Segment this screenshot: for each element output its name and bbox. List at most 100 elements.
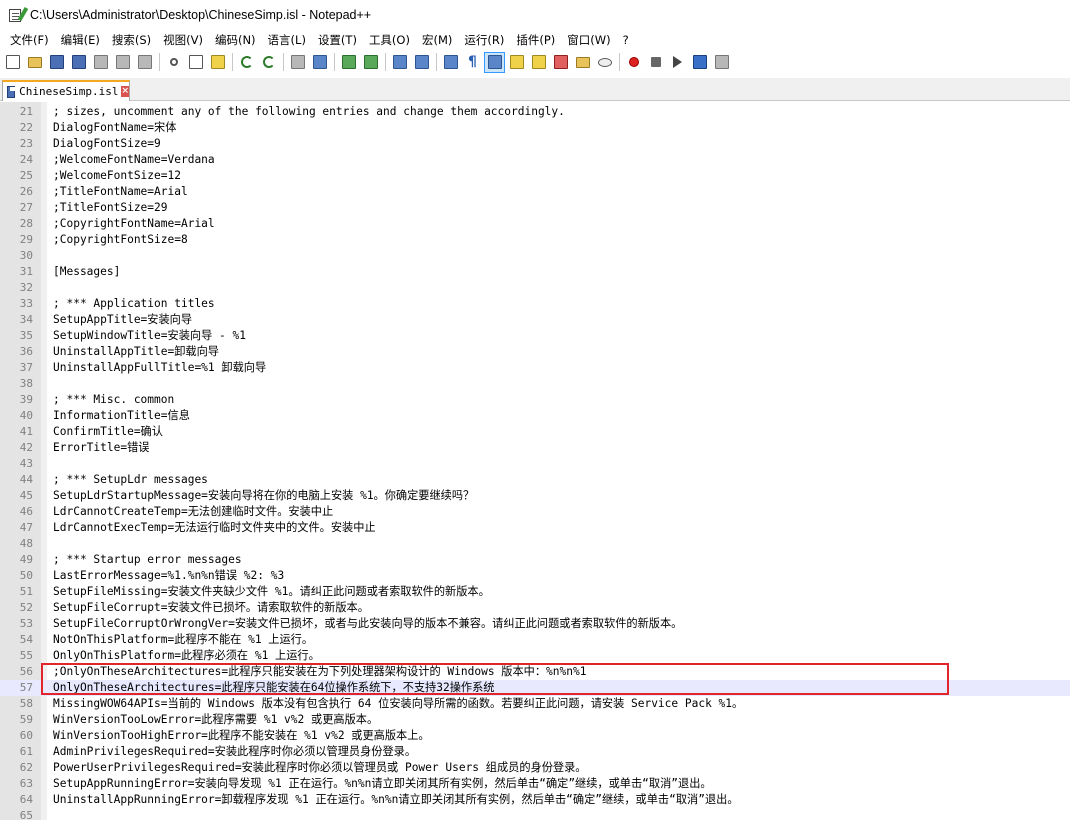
editor-line[interactable]: 44 ; *** SetupLdr messages bbox=[0, 472, 1070, 488]
menu-item-5[interactable]: 语言(L) bbox=[262, 30, 312, 50]
play-macro-icon bbox=[673, 56, 682, 68]
record-macro-button[interactable] bbox=[624, 53, 643, 72]
cut-button[interactable] bbox=[164, 53, 183, 72]
save-macro-button[interactable] bbox=[712, 53, 731, 72]
text-editor[interactable]: 21 ; sizes, uncomment any of the followin… bbox=[0, 102, 1070, 820]
editor-line[interactable]: 65 bbox=[0, 808, 1070, 820]
editor-line[interactable]: 59 WinVersionTooLowError=此程序需要 %1 v%2 或更高… bbox=[0, 712, 1070, 728]
paste-button[interactable] bbox=[208, 53, 227, 72]
window-title: C:\Users\Administrator\Desktop\ChineseSi… bbox=[30, 8, 372, 22]
editor-line[interactable]: 49 ; *** Startup error messages bbox=[0, 552, 1070, 568]
menu-item-2[interactable]: 搜索(S) bbox=[106, 30, 157, 50]
document-map-button[interactable] bbox=[529, 53, 548, 72]
editor-line[interactable]: 39 ; *** Misc. common bbox=[0, 392, 1070, 408]
find-button[interactable] bbox=[288, 53, 307, 72]
save-button[interactable] bbox=[47, 53, 66, 72]
new-file-button[interactable] bbox=[3, 53, 22, 72]
line-text: ;WelcomeFontName=Verdana bbox=[53, 153, 215, 166]
print-icon bbox=[137, 55, 152, 69]
indent-guide-button[interactable] bbox=[484, 51, 505, 73]
menu-item-11[interactable]: 窗口(W) bbox=[561, 30, 616, 50]
editor-line[interactable]: 47 LdrCannotExecTemp=无法运行临时文件夹中的文件。安装中止 bbox=[0, 520, 1070, 536]
editor-line[interactable]: 60 WinVersionTooHighError=此程序不能安装在 %1 v%2… bbox=[0, 728, 1070, 744]
editor-line[interactable]: 62 PowerUserPrivilegesRequired=安装此程序时你必须以… bbox=[0, 760, 1070, 776]
editor-line[interactable]: 64 UninstallAppRunningError=卸载程序发现 %1 正在运… bbox=[0, 792, 1070, 808]
editor-line[interactable]: 46 LdrCannotCreateTemp=无法创建临时文件。安装中止 bbox=[0, 504, 1070, 520]
editor-line[interactable]: 31 [Messages] bbox=[0, 264, 1070, 280]
editor-line[interactable]: 40 InformationTitle=信息 bbox=[0, 408, 1070, 424]
editor-line[interactable]: 22 DialogFontName=宋体 bbox=[0, 120, 1070, 136]
editor-line[interactable]: 38 bbox=[0, 376, 1070, 392]
play-macro-button[interactable] bbox=[668, 53, 687, 72]
editor-line[interactable]: 41 ConfirmTitle=确认 bbox=[0, 424, 1070, 440]
line-number: 47 bbox=[19, 521, 33, 534]
editor-line[interactable]: 56 ;OnlyOnTheseArchitectures=此程序只能安装在为下列处… bbox=[0, 664, 1070, 680]
print-button[interactable] bbox=[135, 53, 154, 72]
copy-button[interactable] bbox=[186, 53, 205, 72]
menu-item-12[interactable]: ? bbox=[617, 30, 635, 50]
editor-line[interactable]: 29 ;CopyrightFontSize=8 bbox=[0, 232, 1070, 248]
sync-vertical-button[interactable] bbox=[390, 53, 409, 72]
menu-item-1[interactable]: 编辑(E) bbox=[55, 30, 106, 50]
editor-line[interactable]: 54 NotOnThisPlatform=此程序不能在 %1 上运行。 bbox=[0, 632, 1070, 648]
editor-line[interactable]: 51 SetupFileMissing=安装文件夹缺少文件 %1。请纠正此问题或者… bbox=[0, 584, 1070, 600]
editor-line[interactable]: 52 SetupFileCorrupt=安装文件已损坏。请索取软件的新版本。 bbox=[0, 600, 1070, 616]
line-text: PowerUserPrivilegesRequired=安装此程序时你必须以管理… bbox=[53, 761, 587, 774]
word-wrap-button[interactable] bbox=[441, 53, 460, 72]
menu-item-8[interactable]: 宏(M) bbox=[416, 30, 458, 50]
editor-line[interactable]: 24 ;WelcomeFontName=Verdana bbox=[0, 152, 1070, 168]
editor-line[interactable]: 23 DialogFontSize=9 bbox=[0, 136, 1070, 152]
redo-button[interactable] bbox=[259, 53, 278, 72]
editor-line[interactable]: 33 ; *** Application titles bbox=[0, 296, 1070, 312]
zoom-out-button[interactable] bbox=[361, 53, 380, 72]
editor-line[interactable]: 48 bbox=[0, 536, 1070, 552]
editor-line[interactable]: 30 bbox=[0, 248, 1070, 264]
monitoring-button[interactable] bbox=[595, 53, 614, 72]
stop-macro-button[interactable] bbox=[646, 53, 665, 72]
line-number: 34 bbox=[19, 313, 33, 326]
define-language-button[interactable] bbox=[507, 53, 526, 72]
menu-item-3[interactable]: 视图(V) bbox=[157, 30, 209, 50]
editor-line[interactable]: 25 ;WelcomeFontSize=12 bbox=[0, 168, 1070, 184]
editor-line[interactable]: 58 MissingWOW64APIs=当前的 Windows 版本没有包含执行 … bbox=[0, 696, 1070, 712]
editor-line[interactable]: 43 bbox=[0, 456, 1070, 472]
editor-line[interactable]: 53 SetupFileCorruptOrWrongVer=安装文件已损坏，或者与… bbox=[0, 616, 1070, 632]
folder-workspace-button[interactable] bbox=[573, 53, 592, 72]
file-tab[interactable]: ChineseSimp.isl × bbox=[2, 80, 130, 101]
editor-line[interactable]: 50 LastErrorMessage=%1.%n%n错误 %2: %3 bbox=[0, 568, 1070, 584]
editor-line[interactable]: 34 SetupAppTitle=安装向导 bbox=[0, 312, 1070, 328]
editor-line[interactable]: 42 ErrorTitle=错误 bbox=[0, 440, 1070, 456]
editor-line[interactable]: 45 SetupLdrStartupMessage=安装向导将在你的电脑上安装 %… bbox=[0, 488, 1070, 504]
editor-line[interactable]: 21 ; sizes, uncomment any of the followin… bbox=[0, 104, 1070, 120]
line-number: 57 bbox=[19, 681, 33, 694]
editor-line[interactable]: 55 OnlyOnThisPlatform=此程序必须在 %1 上运行。 bbox=[0, 648, 1070, 664]
editor-line[interactable]: 27 ;TitleFontSize=29 bbox=[0, 200, 1070, 216]
sync-horizontal-button[interactable] bbox=[412, 53, 431, 72]
menu-item-6[interactable]: 设置(T) bbox=[312, 30, 363, 50]
editor-line[interactable]: 35 SetupWindowTitle=安装向导 - %1 bbox=[0, 328, 1070, 344]
menu-item-9[interactable]: 运行(R) bbox=[458, 30, 510, 50]
zoom-in-button[interactable] bbox=[339, 53, 358, 72]
menu-item-7[interactable]: 工具(O) bbox=[363, 30, 416, 50]
close-file-button[interactable] bbox=[91, 53, 110, 72]
editor-line[interactable]: 26 ;TitleFontName=Arial bbox=[0, 184, 1070, 200]
editor-line[interactable]: 61 AdminPrivilegesRequired=安装此程序时你必须以管理员身… bbox=[0, 744, 1070, 760]
open-folder-button[interactable] bbox=[25, 53, 44, 72]
editor-line[interactable]: 36 UninstallAppTitle=卸载向导 bbox=[0, 344, 1070, 360]
menu-item-0[interactable]: 文件(F) bbox=[4, 30, 55, 50]
editor-line[interactable]: 63 SetupAppRunningError=安装向导发现 %1 正在运行。%n… bbox=[0, 776, 1070, 792]
editor-line[interactable]: 57 OnlyOnTheseArchitectures=此程序只能安装在64位操作… bbox=[0, 680, 1070, 696]
function-list-button[interactable] bbox=[551, 53, 570, 72]
menu-item-10[interactable]: 插件(P) bbox=[510, 30, 561, 50]
close-all-button[interactable] bbox=[113, 53, 132, 72]
close-tab-icon[interactable]: × bbox=[121, 86, 129, 97]
editor-line[interactable]: 32 bbox=[0, 280, 1070, 296]
run-macro-multiple-button[interactable] bbox=[690, 53, 709, 72]
editor-line[interactable]: 28 ;CopyrightFontName=Arial bbox=[0, 216, 1070, 232]
save-all-button[interactable] bbox=[69, 53, 88, 72]
editor-line[interactable]: 37 UninstallAppFullTitle=%1 卸载向导 bbox=[0, 360, 1070, 376]
show-all-chars-button[interactable]: ¶ bbox=[463, 53, 482, 72]
menu-item-4[interactable]: 编码(N) bbox=[209, 30, 262, 50]
undo-button[interactable] bbox=[237, 53, 256, 72]
replace-button[interactable] bbox=[310, 53, 329, 72]
